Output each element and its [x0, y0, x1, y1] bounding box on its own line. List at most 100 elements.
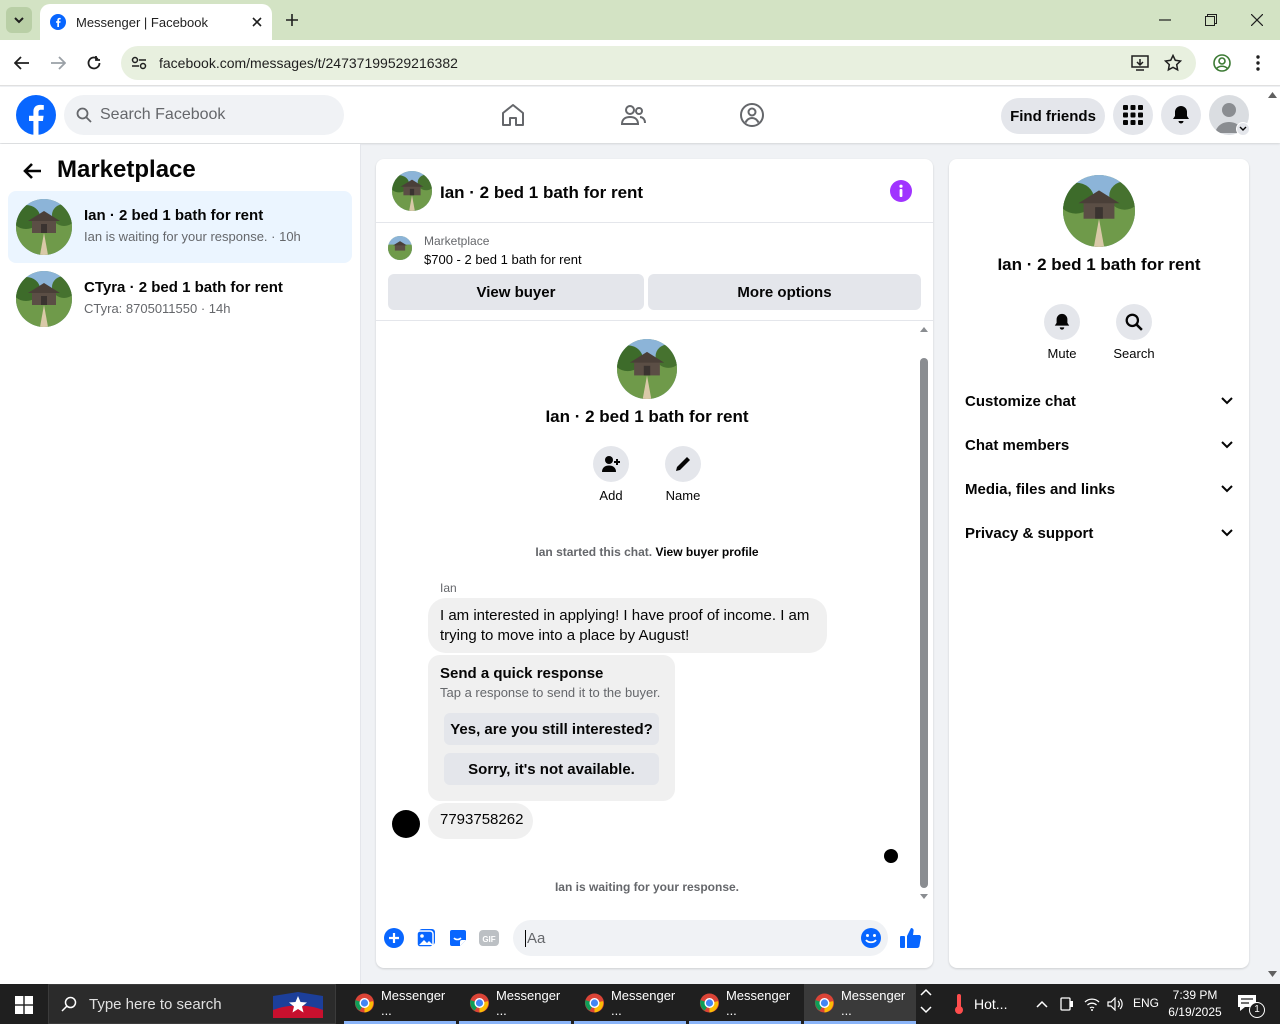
wifi-icon[interactable]: [1084, 997, 1100, 1011]
section-chat-members[interactable]: Chat members: [965, 425, 1233, 465]
back-arrow-icon[interactable]: [22, 162, 42, 180]
view-buyer-button[interactable]: View buyer: [388, 274, 644, 310]
bell-icon: [1173, 106, 1189, 124]
mute-action[interactable]: Mute: [1037, 304, 1087, 361]
forward-icon[interactable]: [50, 56, 66, 70]
intro-avatar: [617, 339, 677, 399]
quick-response-no-button[interactable]: Sorry, it's not available.: [444, 753, 659, 785]
language-indicator[interactable]: ENG: [1133, 996, 1159, 1010]
taskbar-app-messenger-4[interactable]: Messenger ...: [689, 984, 801, 1024]
listing-thumbnail[interactable]: [388, 236, 412, 260]
browser-menu-icon[interactable]: [1256, 55, 1260, 71]
back-icon[interactable]: [14, 56, 30, 70]
info-avatar[interactable]: [1063, 175, 1135, 247]
sticker-icon[interactable]: [448, 928, 468, 948]
quick-response-yes-button[interactable]: Yes, are you still interested?: [444, 713, 659, 745]
section-customize-chat[interactable]: Customize chat: [965, 381, 1233, 421]
taskbar-app-messenger-5[interactable]: Messenger ...: [804, 984, 916, 1024]
message-scrollbar[interactable]: [918, 322, 930, 902]
chat-avatar[interactable]: [392, 171, 432, 211]
photo-icon[interactable]: [416, 928, 436, 948]
chevron-down-icon: [1221, 485, 1233, 493]
account-chevron[interactable]: [1236, 122, 1250, 136]
home-icon[interactable]: [500, 102, 526, 128]
waiting-notice: Ian is waiting for your response.: [554, 880, 740, 894]
emoji-icon[interactable]: [860, 927, 882, 949]
chevron-down-icon: [1221, 397, 1233, 405]
site-settings-icon[interactable]: [131, 56, 147, 70]
taskbar-app-messenger-1[interactable]: Messenger ...: [344, 984, 456, 1024]
find-friends-button[interactable]: Find friends: [1001, 98, 1105, 134]
volume-icon[interactable]: [1107, 997, 1123, 1011]
restore-icon[interactable]: [1205, 14, 1217, 26]
svg-text:GIF: GIF: [482, 935, 495, 944]
message-input[interactable]: Aa: [513, 920, 888, 956]
message-bubble[interactable]: 7793758262: [428, 803, 533, 839]
profile-icon[interactable]: [1213, 54, 1231, 72]
section-media-files-links[interactable]: Media, files and links: [965, 469, 1233, 509]
taskbar-app-messenger-3[interactable]: Messenger ...: [574, 984, 686, 1024]
message-bubble[interactable]: I am interested in applying! I have proo…: [428, 598, 827, 653]
conversation-item-ian[interactable]: Ian · 2 bed 1 bath for rent Ian is waiti…: [8, 191, 352, 263]
sender-name: Ian: [440, 581, 457, 595]
conversation-sidebar: Marketplace Ian · 2 bed 1 bath for rent …: [0, 144, 361, 984]
thermometer-icon: [955, 994, 963, 1014]
quick-response-title: Send a quick response: [440, 665, 604, 682]
section-privacy-support[interactable]: Privacy & support: [965, 513, 1233, 553]
address-bar[interactable]: facebook.com/messages/t/2473719952921638…: [121, 46, 1196, 80]
facebook-logo-icon[interactable]: [16, 95, 56, 135]
chat-title[interactable]: Ian · 2 bed 1 bath for rent: [440, 183, 643, 203]
notifications-button[interactable]: [1161, 95, 1201, 135]
grid-menu-icon: [1123, 105, 1143, 125]
page-scroll-down-icon[interactable]: [1268, 971, 1277, 978]
install-app-icon[interactable]: [1131, 55, 1149, 71]
clock[interactable]: 7:39 PM 6/19/2025: [1164, 987, 1226, 1021]
weather-widget[interactable]: Hot...: [952, 984, 1007, 1024]
taskbar-app-messenger-2[interactable]: Messenger ...: [459, 984, 571, 1024]
chevron-down-icon: [14, 17, 24, 24]
tab-search-button[interactable]: [6, 7, 32, 33]
page-scroll-up-icon[interactable]: [1268, 91, 1277, 98]
taskbar-scroll[interactable]: [918, 986, 934, 1022]
meet-now-icon[interactable]: [1060, 997, 1074, 1011]
info-icon[interactable]: [890, 180, 912, 202]
bookmark-star-icon[interactable]: [1164, 54, 1182, 72]
name-action[interactable]: Name: [658, 446, 708, 503]
conversation-title: CTyra · 2 bed 1 bath for rent: [84, 279, 283, 296]
taskbar-search-placeholder: Type here to search: [89, 995, 222, 1013]
gif-icon[interactable]: GIF: [479, 928, 499, 948]
friends-icon[interactable]: [620, 102, 646, 128]
reload-icon[interactable]: [86, 55, 102, 71]
listing-bar: Marketplace $700 - 2 bed 1 bath for rent…: [376, 224, 933, 321]
thumbs-up-icon[interactable]: [899, 926, 923, 950]
facebook-search[interactable]: Search Facebook: [64, 95, 344, 135]
new-tab-icon[interactable]: [285, 13, 299, 27]
notification-center[interactable]: 1: [1237, 994, 1265, 1018]
tray-chevron-icon[interactable]: [1036, 1000, 1048, 1008]
chrome-icon: [469, 992, 490, 1013]
chat-panel: Ian · 2 bed 1 bath for rent Marketplace …: [376, 159, 933, 968]
add-person-action[interactable]: Add: [586, 446, 636, 503]
tab-title: Messenger | Facebook: [76, 14, 208, 30]
close-tab-icon[interactable]: [252, 17, 262, 27]
chevron-down-icon: [1221, 529, 1233, 537]
conversation-title: Ian · 2 bed 1 bath for rent: [84, 207, 264, 224]
chrome-icon: [699, 992, 720, 1013]
windows-start-icon[interactable]: [15, 996, 33, 1014]
scroll-down-icon: [920, 894, 928, 899]
info-name: Ian · 2 bed 1 bath for rent: [997, 255, 1201, 274]
more-options-button[interactable]: More options: [648, 274, 921, 310]
notification-count: 1: [1249, 1002, 1265, 1018]
minimize-icon[interactable]: [1159, 19, 1171, 21]
view-buyer-profile-link[interactable]: View buyer profile: [655, 545, 758, 559]
taskbar-search[interactable]: Type here to search: [48, 984, 336, 1024]
chat-header: Ian · 2 bed 1 bath for rent: [376, 159, 933, 223]
groups-icon[interactable]: [739, 102, 765, 128]
close-window-icon[interactable]: [1251, 14, 1263, 26]
menu-button[interactable]: [1113, 95, 1153, 135]
plus-circle-icon[interactable]: [384, 928, 404, 948]
conversation-item-ctyra[interactable]: CTyra · 2 bed 1 bath for rent CTyra: 870…: [8, 263, 352, 335]
windows-taskbar: Type here to search Messenger ... Messen…: [0, 984, 1280, 1024]
browser-tab[interactable]: Messenger | Facebook: [40, 4, 272, 40]
search-action[interactable]: Search: [1106, 304, 1162, 361]
